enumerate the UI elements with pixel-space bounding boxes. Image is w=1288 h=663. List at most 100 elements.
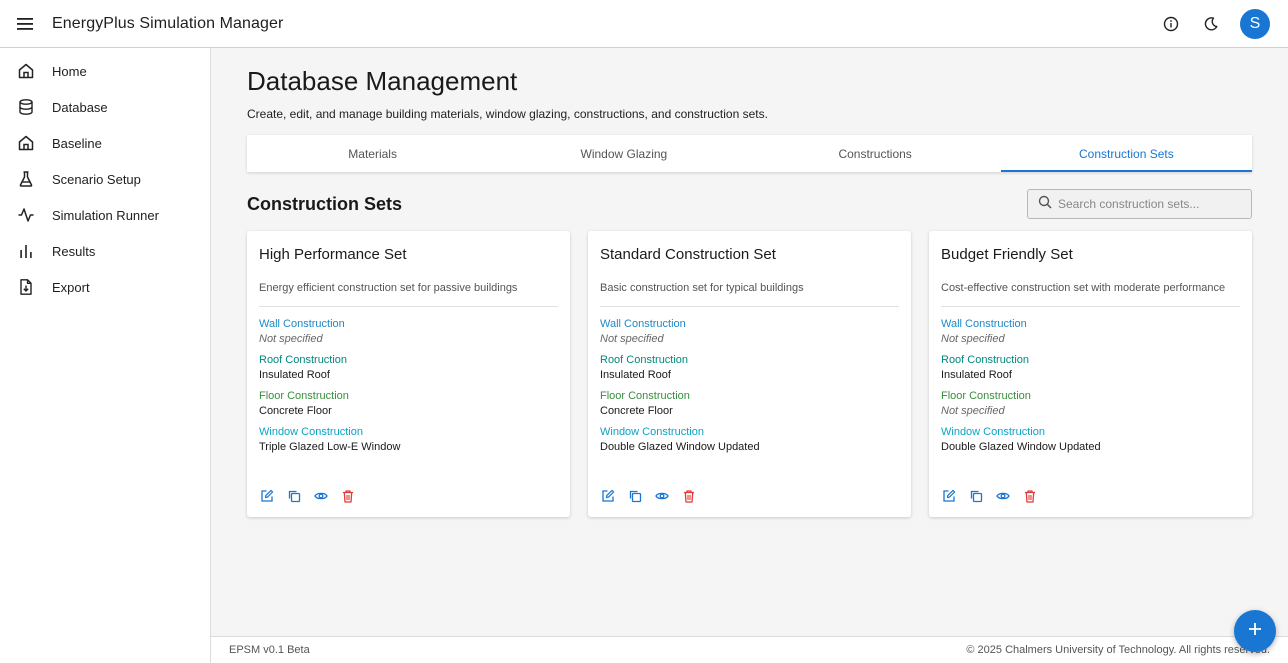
tab-materials[interactable]: Materials [247,135,498,172]
field-value: Insulated Roof [259,369,330,381]
view-icon[interactable] [313,488,329,504]
card-title: Standard Construction Set [600,246,776,263]
sidebar-item-label: Scenario Setup [52,171,141,187]
database-tabs: Materials Window Glazing Constructions C… [247,135,1253,172]
footer: EPSM v0.1 Beta © 2025 Chalmers Universit… [211,636,1288,663]
card-description: Cost-effective construction set with mod… [941,282,1226,294]
field-label: Roof Construction [941,354,1030,366]
baseline-house-icon [16,133,36,153]
edit-icon[interactable] [600,488,616,504]
field-value: Double Glazed Window Updated [600,441,760,453]
duplicate-icon[interactable] [968,488,984,504]
field-label: Window Construction [259,426,363,438]
section-title: Construction Sets [247,194,403,214]
sidebar-item-baseline[interactable]: Baseline [0,125,210,161]
tab-constructions[interactable]: Constructions [750,135,1001,172]
view-icon[interactable] [995,488,1011,504]
wall-construction-field: Wall Construction Not specified [941,318,1240,345]
search-box [1027,189,1252,219]
construction-set-card: High Performance Set Energy efficient co… [247,231,570,517]
edit-icon[interactable] [259,488,275,504]
sidebar-item-label: Simulation Runner [52,207,159,223]
dark-mode-icon[interactable] [1198,11,1224,37]
card-title: High Performance Set [259,246,407,263]
sidebar-item-database[interactable]: Database [0,89,210,125]
wall-construction-field: Wall Construction Not specified [259,318,558,345]
field-label: Wall Construction [941,318,1027,330]
field-label: Floor Construction [259,390,349,402]
sidebar: Home Database Baseline Scenario Setup Si… [0,48,211,663]
field-value: Double Glazed Window Updated [941,441,1101,453]
card-divider [259,306,558,307]
bar-chart-icon [16,241,36,261]
field-label: Floor Construction [600,390,690,402]
window-construction-field: Window Construction Double Glazed Window… [600,426,899,453]
search-icon [1038,195,1052,214]
sidebar-item-export[interactable]: Export [0,269,210,305]
construction-set-card: Budget Friendly Set Cost-effective const… [929,231,1252,517]
card-divider [600,306,899,307]
sidebar-item-simulation-runner[interactable]: Simulation Runner [0,197,210,233]
card-title: Budget Friendly Set [941,246,1073,263]
construction-set-card: Standard Construction Set Basic construc… [588,231,911,517]
field-value: Triple Glazed Low-E Window [259,441,401,453]
sidebar-item-label: Baseline [52,135,102,151]
user-avatar[interactable]: S [1240,8,1270,39]
sidebar-item-label: Database [52,99,108,115]
add-construction-set-button[interactable] [1234,610,1276,652]
page-subtitle: Create, edit, and manage building materi… [247,107,768,121]
field-value: Concrete Floor [259,405,332,417]
sidebar-item-label: Export [52,279,90,295]
field-label: Window Construction [600,426,704,438]
window-construction-field: Window Construction Double Glazed Window… [941,426,1240,453]
field-value: Not specified [259,333,323,345]
roof-construction-field: Roof Construction Insulated Roof [259,354,558,381]
main-content: Database Management Create, edit, and ma… [211,48,1288,636]
app-title: EnergyPlus Simulation Manager [52,14,284,32]
floor-construction-field: Floor Construction Not specified [941,390,1240,417]
tab-window-glazing[interactable]: Window Glazing [498,135,749,172]
activity-icon [16,205,36,225]
home-icon [16,61,36,81]
roof-construction-field: Roof Construction Insulated Roof [941,354,1240,381]
delete-icon[interactable] [1022,488,1038,504]
duplicate-icon[interactable] [286,488,302,504]
view-icon[interactable] [654,488,670,504]
sidebar-item-label: Home [52,63,87,79]
sidebar-item-home[interactable]: Home [0,53,210,89]
card-description: Basic construction set for typical build… [600,282,804,294]
file-export-icon [16,277,36,297]
field-value: Not specified [600,333,664,345]
card-actions [941,488,1038,504]
field-label: Wall Construction [259,318,345,330]
wall-construction-field: Wall Construction Not specified [600,318,899,345]
floor-construction-field: Floor Construction Concrete Floor [600,390,899,417]
flask-icon [16,169,36,189]
delete-icon[interactable] [340,488,356,504]
roof-construction-field: Roof Construction Insulated Roof [600,354,899,381]
floor-construction-field: Floor Construction Concrete Floor [259,390,558,417]
tab-construction-sets[interactable]: Construction Sets [1000,135,1253,172]
plus-icon [1248,622,1262,641]
card-actions [600,488,697,504]
duplicate-icon[interactable] [627,488,643,504]
field-value: Insulated Roof [600,369,671,381]
sidebar-item-results[interactable]: Results [0,233,210,269]
field-label: Wall Construction [600,318,686,330]
edit-icon[interactable] [941,488,957,504]
info-icon[interactable] [1158,11,1184,37]
field-label: Floor Construction [941,390,1031,402]
field-label: Window Construction [941,426,1045,438]
page-title: Database Management [247,66,518,96]
card-description: Energy efficient construction set for pa… [259,282,518,294]
field-label: Roof Construction [600,354,689,366]
field-value: Not specified [941,333,1005,345]
window-construction-field: Window Construction Triple Glazed Low-E … [259,426,558,453]
footer-copyright: © 2025 Chalmers University of Technology… [966,644,1270,656]
menu-icon[interactable] [12,11,38,37]
field-value: Insulated Roof [941,369,1012,381]
field-value: Not specified [941,405,1005,417]
delete-icon[interactable] [681,488,697,504]
search-input[interactable] [1058,197,1238,211]
sidebar-item-scenario-setup[interactable]: Scenario Setup [0,161,210,197]
